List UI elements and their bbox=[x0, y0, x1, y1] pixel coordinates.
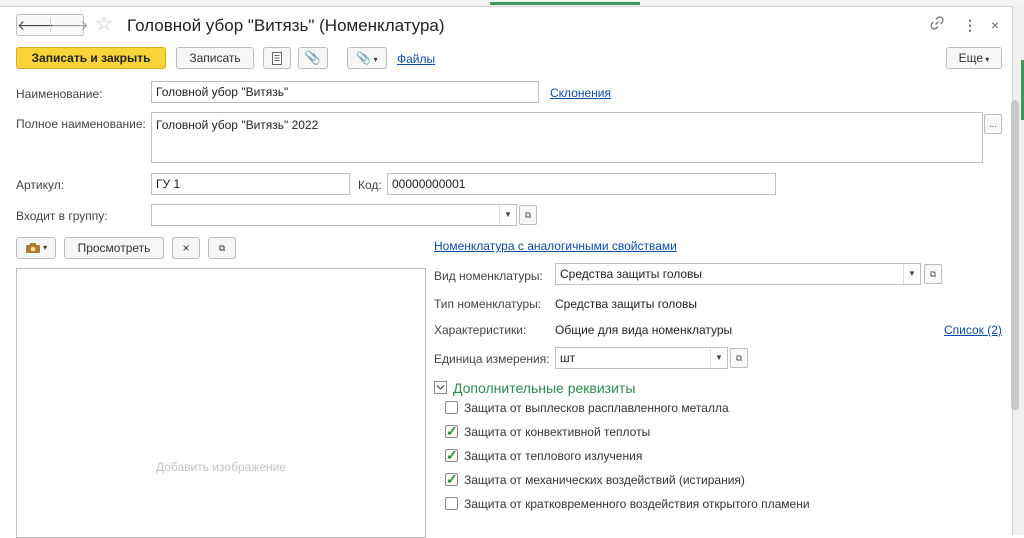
unit-open-button[interactable]: ⧉ bbox=[730, 348, 748, 368]
arrow-right-icon: 🡒 bbox=[51, 17, 89, 33]
kind-open-button[interactable]: ⧉ bbox=[924, 264, 942, 284]
kind-select-value: Средства защиты головы bbox=[560, 267, 703, 281]
paperclip-icon: 📎 bbox=[304, 50, 322, 65]
extra-attribute-checkbox[interactable]: ✓ bbox=[445, 447, 458, 463]
full-name-textarea[interactable]: Головной убор "Витязь" 2022 bbox=[151, 112, 983, 163]
similar-properties-link[interactable]: Номенклатура с аналогичными свойствами bbox=[434, 238, 677, 254]
image-menu-button[interactable]: ▾ bbox=[16, 237, 56, 259]
attach-dropdown-button[interactable]: 📎 ▾ bbox=[347, 47, 387, 69]
link-icon[interactable] bbox=[930, 15, 944, 35]
chevron-down-icon[interactable]: ▼ bbox=[710, 348, 727, 368]
unit-select-value: шт bbox=[560, 351, 576, 365]
chevron-down-icon bbox=[436, 385, 445, 390]
more-vertical-icon[interactable]: ⋮ bbox=[963, 15, 977, 35]
more-actions-button[interactable]: Еще ▾ bbox=[946, 47, 1002, 69]
group-open-button[interactable]: ⧉ bbox=[519, 205, 537, 225]
name-label: Наименование: bbox=[16, 87, 103, 101]
active-tab-indicator bbox=[490, 2, 640, 5]
unit-select[interactable]: шт ▼ bbox=[555, 347, 728, 369]
section-collapse-toggle[interactable] bbox=[434, 381, 447, 394]
characteristics-value: Общие для вида номенклатуры bbox=[555, 323, 733, 337]
characteristics-list-link[interactable]: Список (2) bbox=[944, 322, 1002, 338]
kind-label: Вид номенклатуры: bbox=[434, 269, 543, 283]
document-list-icon bbox=[272, 52, 282, 65]
type-value: Средства защиты головы bbox=[555, 297, 698, 311]
chevron-down-icon[interactable]: ▼ bbox=[903, 264, 920, 284]
type-label: Тип номенклатуры: bbox=[434, 297, 542, 311]
extra-attribute-checkbox[interactable] bbox=[445, 401, 458, 414]
full-name-label: Полное наименование: bbox=[16, 117, 146, 131]
paperclip-icon: 📎 bbox=[356, 51, 372, 65]
group-label: Входит в группу: bbox=[16, 209, 108, 223]
arrow-left-icon: 🡐 bbox=[17, 17, 55, 33]
unit-label: Единица измерения: bbox=[434, 352, 550, 366]
back-button[interactable]: 🡐 bbox=[17, 15, 55, 35]
files-link[interactable]: Файлы bbox=[397, 51, 435, 67]
extra-attribute-checkbox[interactable]: ✓ bbox=[445, 471, 458, 487]
chevron-down-icon[interactable]: ▼ bbox=[499, 205, 516, 225]
extra-attribute-label: Защита от конвективной теплоты bbox=[464, 425, 651, 439]
save-and-close-button[interactable]: Записать и закрыть bbox=[16, 47, 166, 69]
extra-attribute-label: Защита от механических воздействий (исти… bbox=[464, 473, 745, 487]
window-title: Головной убор "Витязь" (Номенклатура) bbox=[127, 16, 445, 35]
open-image-button[interactable]: ⧉ bbox=[208, 237, 236, 259]
checkmark-icon: ✓ bbox=[446, 447, 458, 463]
forward-button[interactable]: 🡒 bbox=[51, 15, 89, 35]
report-button[interactable] bbox=[263, 47, 291, 69]
group-select[interactable]: ▼ bbox=[151, 204, 517, 226]
extra-attribute-label: Защита от выплесков расплавленного метал… bbox=[464, 401, 729, 415]
extra-attribute-checkbox[interactable]: ✓ bbox=[445, 423, 458, 439]
close-icon[interactable]: × bbox=[991, 15, 999, 35]
article-input[interactable]: ГУ 1 bbox=[151, 173, 350, 195]
scrollbar-thumb[interactable] bbox=[1011, 100, 1019, 410]
extra-attribute-label: Защита от кратковременного воздействия о… bbox=[464, 497, 810, 511]
chevron-down-icon: ▾ bbox=[40, 243, 48, 252]
chevron-down-icon: ▾ bbox=[983, 55, 990, 64]
save-button[interactable]: Записать bbox=[176, 47, 254, 69]
extra-attribute-label: Защита от теплового излучения bbox=[464, 449, 643, 463]
checkmark-icon: ✓ bbox=[446, 423, 458, 439]
chevron-down-icon: ▾ bbox=[371, 55, 378, 64]
favorite-star-icon[interactable]: ☆ bbox=[95, 13, 113, 35]
full-name-select-button[interactable]: ... bbox=[984, 114, 1002, 134]
declension-link[interactable]: Склонения bbox=[550, 85, 611, 101]
history-nav-group: 🡐 🡒 bbox=[16, 14, 89, 36]
attach-button[interactable]: 📎 bbox=[298, 47, 328, 69]
group-select-value bbox=[152, 208, 156, 222]
add-image-hint[interactable]: Добавить изображение bbox=[16, 460, 426, 474]
view-image-button[interactable]: Просмотреть bbox=[64, 237, 164, 259]
image-area[interactable] bbox=[16, 268, 426, 538]
article-label: Артикул: bbox=[16, 178, 65, 192]
code-label: Код: bbox=[358, 178, 382, 192]
code-input[interactable]: 00000000001 bbox=[387, 173, 776, 195]
extra-attribute-checkbox[interactable] bbox=[445, 497, 458, 510]
kind-select[interactable]: Средства защиты головы ▼ bbox=[555, 263, 921, 285]
more-actions-label: Еще bbox=[958, 51, 984, 65]
characteristics-label: Характеристики: bbox=[434, 323, 527, 337]
name-input[interactable]: Головной убор "Витязь" bbox=[151, 81, 539, 103]
checkmark-icon: ✓ bbox=[446, 471, 458, 487]
clear-image-button[interactable]: × bbox=[172, 237, 200, 259]
camera-icon bbox=[25, 243, 40, 253]
extra-section-title[interactable]: Дополнительные реквизиты bbox=[453, 379, 635, 397]
